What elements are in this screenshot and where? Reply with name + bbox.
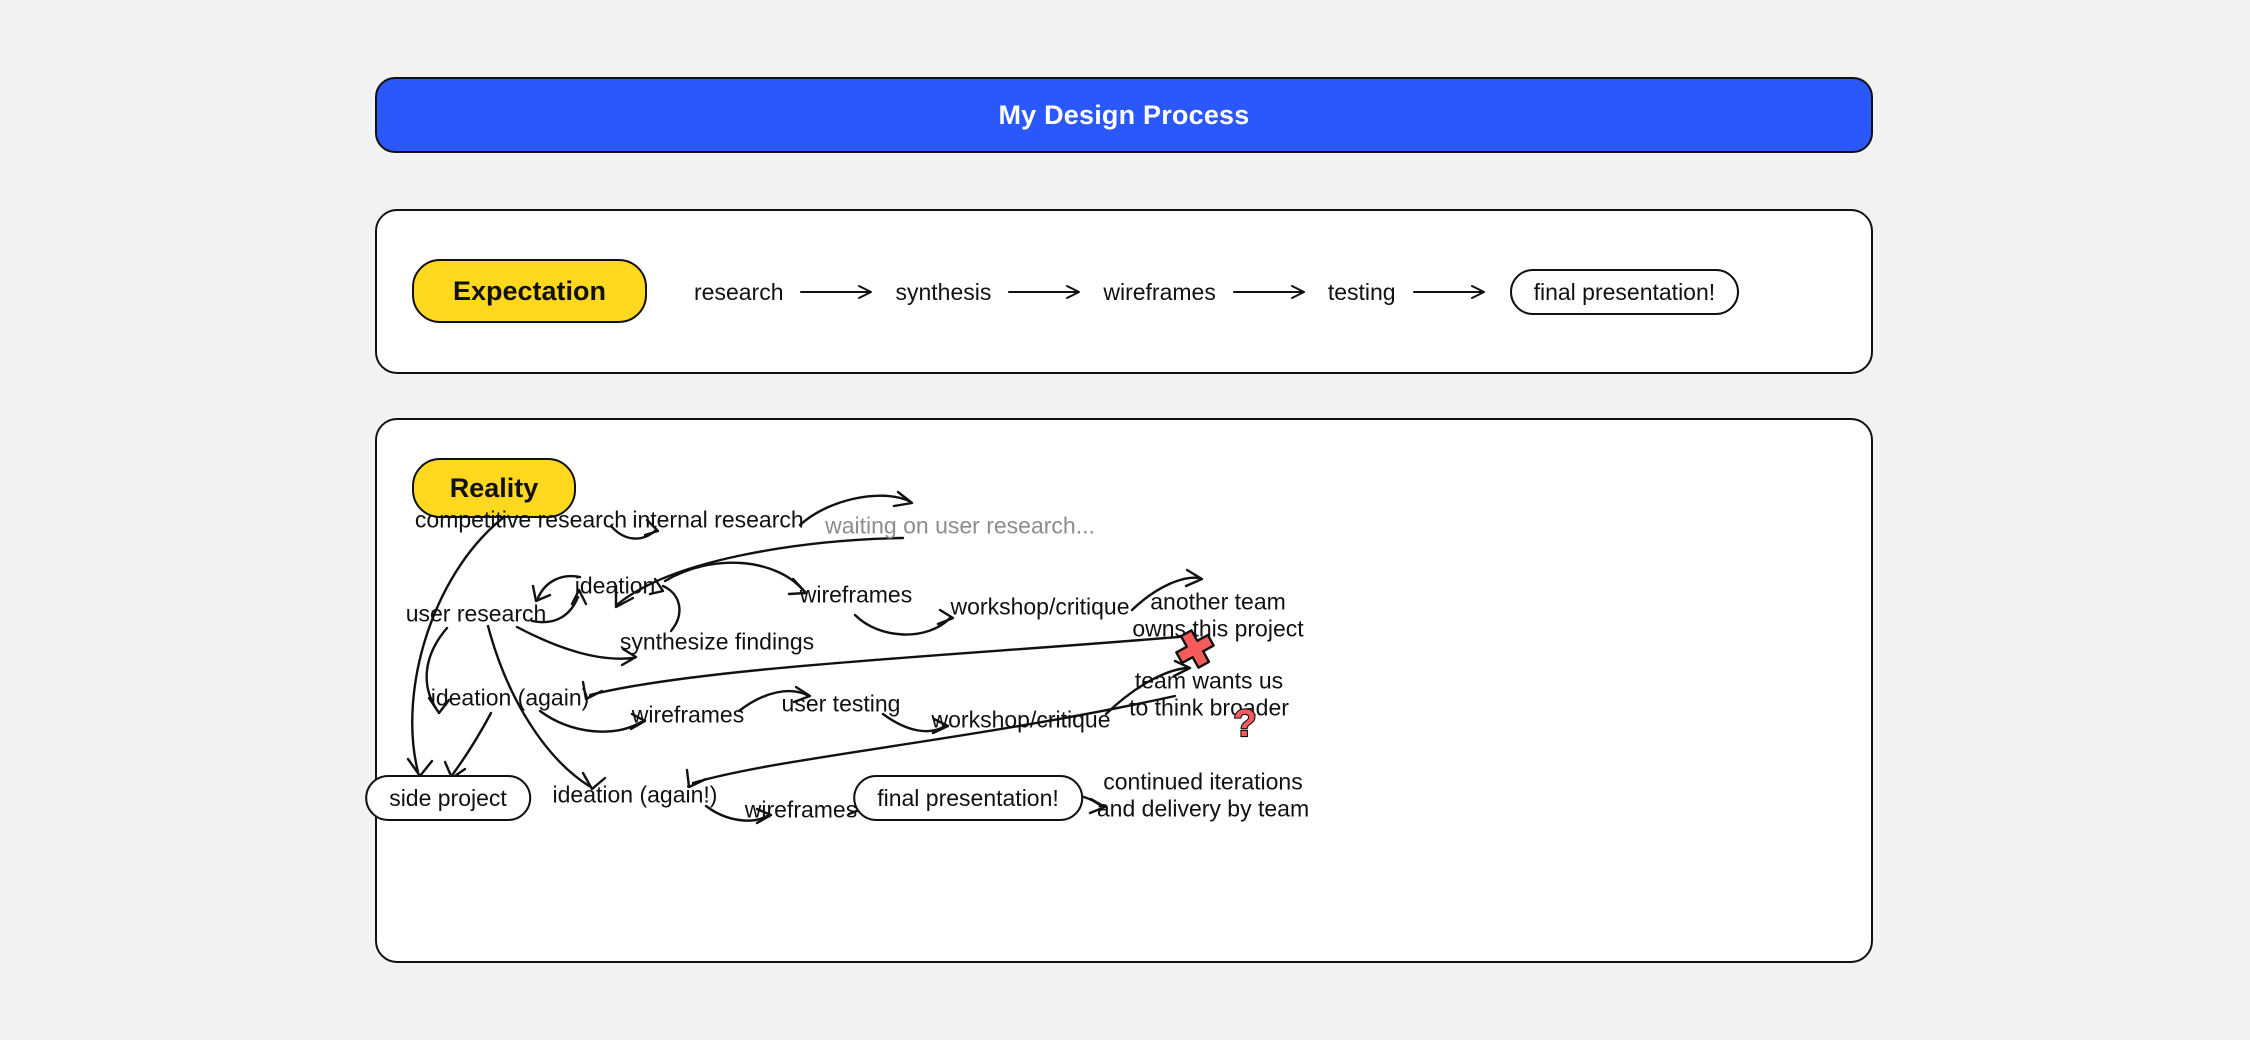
expectation-step-synthesis: synthesis — [895, 278, 992, 305]
arrow-right-icon — [1008, 285, 1081, 299]
expectation-flow: research synthesis wireframes testing fi… — [680, 269, 1740, 315]
expectation-badge: Expectation — [412, 259, 647, 323]
x-mark-icon — [1172, 626, 1218, 672]
expectation-step-research: research — [694, 278, 784, 305]
arrow-right-icon — [1232, 285, 1305, 299]
node-ideation-again-exclaim: ideation (again!) — [552, 781, 718, 808]
node-side-project-pill: side project — [365, 775, 531, 821]
node-wireframes-third: wireframes — [744, 796, 858, 823]
arrow-right-icon — [800, 285, 873, 299]
expectation-step-testing: testing — [1327, 278, 1396, 305]
expectation-final-presentation-pill: final presentation! — [1509, 269, 1740, 315]
node-competitive-research: competitive research — [414, 506, 628, 533]
node-ideation-first: ideation — [574, 572, 656, 599]
node-wireframes-second: wireframes — [631, 701, 745, 728]
arrow-right-icon — [1412, 285, 1485, 299]
reality-badge-label: Reality — [449, 472, 539, 503]
node-workshop-critique-first: workshop/critique — [950, 593, 1130, 620]
reality-diagram: Reality competitive research internal re… — [365, 418, 1873, 963]
node-internal-research: internal research — [632, 506, 804, 533]
node-continued-iterations: continued iterations and delivery by tea… — [1096, 768, 1310, 821]
node-wireframes-first: wireframes — [799, 581, 913, 608]
svg-text:?: ? — [1233, 703, 1256, 745]
question-mark-icon: ? — [1222, 702, 1268, 749]
expectation-step-wireframes: wireframes — [1103, 278, 1216, 305]
node-synthesize-findings: synthesize findings — [619, 628, 815, 655]
node-user-testing: user testing — [781, 690, 901, 717]
node-waiting-on-user-research: waiting on user research... — [825, 512, 1095, 539]
page-root: My Design Process Expectation research s… — [0, 0, 2250, 1040]
node-final-presentation-pill: final presentation! — [853, 775, 1083, 821]
reality-connector-arrows — [406, 490, 1204, 825]
page-title: My Design Process — [998, 99, 1250, 130]
node-workshop-critique-second: workshop/critique — [931, 706, 1111, 733]
expectation-badge-label: Expectation — [452, 275, 607, 306]
header-banner: My Design Process — [375, 77, 1873, 153]
node-another-team-owns-project: another team owns this project — [1132, 588, 1304, 641]
node-ideation-again: ideation (again) — [430, 684, 590, 711]
node-user-research: user research — [405, 600, 547, 627]
